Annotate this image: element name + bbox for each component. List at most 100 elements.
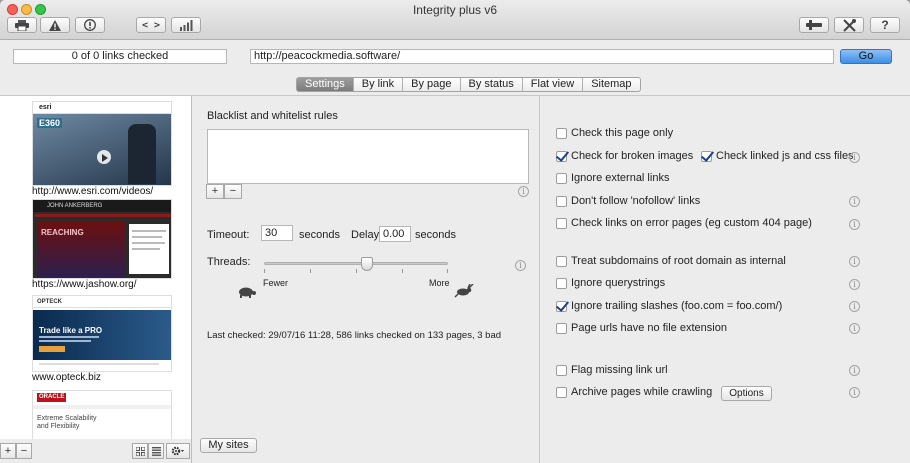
- threads-slider-knob[interactable]: [361, 257, 374, 271]
- title-bar: Integrity plus v6 < > ?: [0, 0, 910, 40]
- option-dont-follow-nofollow[interactable]: Don't follow 'nofollow' links: [556, 195, 700, 207]
- option-ignore-trailing-slashes[interactable]: Ignore trailing slashes (foo.com = foo.c…: [556, 300, 782, 312]
- tab-by-status[interactable]: By status: [459, 78, 522, 91]
- stop-icon: [84, 19, 96, 31]
- checkbox[interactable]: [556, 195, 567, 207]
- site-brand: ORACLE: [37, 393, 67, 402]
- checkbox[interactable]: [556, 386, 567, 398]
- checkbox[interactable]: [556, 127, 567, 139]
- last-checked-summary: Last checked: 29/07/16 11:28, 586 links …: [207, 330, 502, 341]
- option-label: Flag missing link url: [571, 364, 668, 376]
- preferences-button[interactable]: [834, 17, 864, 33]
- grid-view-icon: [135, 446, 145, 459]
- option-label: Page urls have no file extension: [571, 322, 727, 334]
- info-icon[interactable]: i: [849, 152, 860, 163]
- site-thumbnail[interactable]: OPTECK Trade like a PRO www.opteck.biz: [32, 295, 172, 383]
- slider-tick: [264, 269, 265, 273]
- code-icon: < >: [141, 19, 161, 31]
- option-label: Archive pages while crawling: [571, 386, 713, 398]
- tools-button[interactable]: [799, 17, 829, 33]
- option-archive-pages[interactable]: Archive pages while crawling: [556, 386, 712, 398]
- checkbox[interactable]: [556, 255, 567, 267]
- tab-settings[interactable]: Settings: [297, 78, 353, 91]
- info-icon[interactable]: i: [515, 260, 526, 271]
- info-icon[interactable]: i: [849, 301, 860, 312]
- option-ignore-querystrings[interactable]: Ignore querystrings: [556, 277, 665, 289]
- checkbox[interactable]: [556, 150, 567, 162]
- option-check-broken-images[interactable]: Check for broken images: [556, 150, 693, 162]
- info-icon[interactable]: i: [849, 365, 860, 376]
- links-checked-status: 0 of 0 links checked: [13, 49, 227, 64]
- checkbox[interactable]: [556, 217, 567, 229]
- delay-input[interactable]: 0.00: [379, 226, 411, 242]
- tab-by-page[interactable]: By page: [402, 78, 459, 91]
- stop-button[interactable]: [75, 17, 105, 33]
- wrench-screwdriver-icon: [842, 18, 856, 32]
- checkbox[interactable]: [556, 364, 567, 376]
- info-icon[interactable]: i: [849, 387, 860, 398]
- warnings-button[interactable]: [40, 17, 70, 33]
- info-icon[interactable]: i: [849, 279, 860, 290]
- option-ignore-external-links[interactable]: Ignore external links: [556, 172, 669, 184]
- site-thumbnail[interactable]: esri E360 http://www.esri.com/videos/: [32, 101, 172, 197]
- go-button[interactable]: Go: [840, 49, 892, 64]
- site-brand: esri: [33, 102, 171, 114]
- site-thumbnail[interactable]: JOHN ANKERBERG REACHING https://www.jash…: [32, 199, 172, 290]
- tab-sitemap[interactable]: Sitemap: [582, 78, 639, 91]
- checkbox[interactable]: [701, 150, 712, 162]
- grid-view-button[interactable]: [132, 443, 148, 459]
- info-icon[interactable]: i: [849, 219, 860, 230]
- option-treat-subdomains-internal[interactable]: Treat subdomains of root domain as inter…: [556, 255, 786, 267]
- view-source-button[interactable]: < >: [136, 17, 166, 33]
- timeout-unit: seconds: [299, 229, 340, 241]
- archive-options-button[interactable]: Options: [721, 386, 772, 401]
- delay-label: Delay:: [351, 229, 383, 241]
- site-banner: REACHING: [41, 228, 84, 237]
- checkbox[interactable]: [556, 322, 567, 334]
- add-rule-button[interactable]: +: [206, 184, 224, 199]
- remove-site-button[interactable]: −: [16, 443, 32, 459]
- option-flag-missing-link-url[interactable]: Flag missing link url: [556, 364, 668, 376]
- info-icon[interactable]: i: [518, 186, 529, 197]
- add-site-button[interactable]: +: [0, 443, 16, 459]
- threads-label: Threads:: [207, 256, 251, 268]
- printer-icon: [15, 19, 29, 31]
- option-label: Check for broken images: [571, 150, 694, 162]
- print-button[interactable]: [7, 17, 37, 33]
- remove-rule-button[interactable]: −: [224, 184, 242, 199]
- info-icon[interactable]: i: [849, 256, 860, 267]
- option-label: Treat subdomains of root domain as inter…: [571, 255, 786, 267]
- thumbnail-image: JOHN ANKERBERG REACHING: [32, 199, 172, 279]
- my-sites-button[interactable]: My sites: [200, 438, 257, 453]
- thumbnail-url: http://www.esri.com/videos/: [32, 186, 172, 197]
- url-input[interactable]: http://peacockmedia.software/: [250, 49, 834, 64]
- info-icon[interactable]: i: [849, 323, 860, 334]
- sidebar-actions-menu[interactable]: [166, 443, 190, 459]
- tab-flat-view[interactable]: Flat view: [521, 78, 582, 91]
- statistics-button[interactable]: [171, 17, 201, 33]
- option-label: Check linked js and css files: [716, 150, 854, 162]
- rabbit-icon: [454, 283, 474, 301]
- window-title: Integrity plus v6: [412, 3, 498, 17]
- option-check-this-page-only[interactable]: Check this page only: [556, 127, 673, 139]
- site-thumbnail[interactable]: ORACLE Extreme Scalability and Flexibili…: [32, 390, 172, 439]
- site-thumbnails-list[interactable]: esri E360 http://www.esri.com/videos/ JO…: [0, 96, 192, 439]
- main-content: esri E360 http://www.esri.com/videos/ JO…: [0, 95, 910, 463]
- timeout-input[interactable]: 30: [261, 225, 293, 241]
- threads-slider-track[interactable]: [264, 262, 448, 265]
- site-brand: OPTECK: [33, 296, 171, 308]
- tab-by-link[interactable]: By link: [352, 78, 402, 91]
- option-no-file-extension[interactable]: Page urls have no file extension: [556, 322, 727, 334]
- checkbox[interactable]: [556, 172, 567, 184]
- sidebar-footer: + −: [0, 439, 192, 463]
- thumbnail-image: OPTECK Trade like a PRO: [32, 295, 172, 372]
- option-check-error-pages[interactable]: Check links on error pages (eg custom 40…: [556, 217, 812, 229]
- list-view-button[interactable]: [148, 443, 164, 459]
- checkbox[interactable]: [556, 277, 567, 289]
- option-check-linked-js-css[interactable]: Check linked js and css files: [701, 150, 854, 162]
- checkbox[interactable]: [556, 300, 567, 312]
- blacklist-rules-table[interactable]: [207, 129, 529, 184]
- help-button[interactable]: ?: [870, 17, 900, 33]
- threads-fewer-label: Fewer: [263, 278, 289, 288]
- info-icon[interactable]: i: [849, 196, 860, 207]
